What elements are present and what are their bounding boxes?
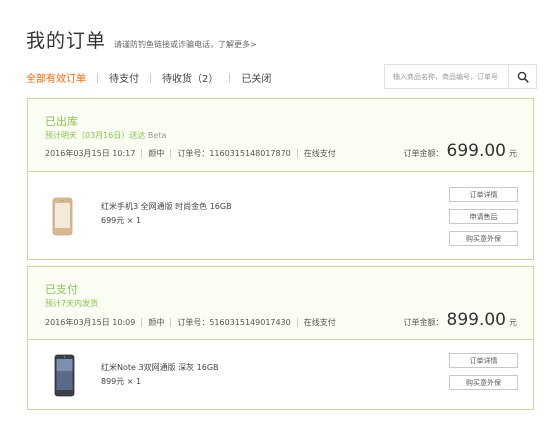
after-sales-button[interactable]: 申请售后 — [449, 209, 518, 224]
order-body: 红米Note 3双网通版 深灰 16GB 899元 × 1 订单详情 购买意外保 — [28, 340, 533, 409]
order-meta: 2016年03月15日 10:17 颜中 订单号：116031514801787… — [45, 148, 336, 159]
tab-pending-payment[interactable]: 待支付 — [109, 70, 139, 85]
order-total-unit: 元 — [509, 149, 517, 158]
order-filter-tabs: 全部有效订单 待支付 待收货（2） 已关闭 — [26, 70, 271, 85]
meta-divider — [141, 149, 143, 158]
fraud-notice: 请谨防钓鱼链接或诈骗电话，了解更多> — [114, 38, 257, 52]
order-number: 订单号：5160315149017430 — [177, 318, 291, 327]
order-card: 已出库 预计明天（03月16日）送达 Beta 2016年03月15日 10:1… — [27, 98, 534, 260]
delivery-estimate-text: 预计7天内发货 — [45, 299, 99, 308]
beta-tag: Beta — [147, 131, 167, 140]
meta-divider — [170, 149, 172, 158]
order-total-amount: 899.00 — [446, 310, 506, 330]
order-total-amount: 699.00 — [446, 141, 506, 161]
page-title: 我的订单 — [26, 30, 107, 52]
order-total: 订单金额： 899.00 元 — [404, 310, 517, 330]
order-status: 已出库 — [45, 115, 78, 128]
payment-method: 在线支付 — [303, 149, 336, 158]
order-total: 订单金额： 699.00 元 — [404, 141, 517, 161]
meta-divider — [296, 149, 298, 158]
meta-divider — [141, 318, 143, 327]
order-details-button[interactable]: 订单详情 — [449, 353, 518, 368]
buy-accident-insurance-button[interactable]: 购买意外保 — [449, 375, 518, 390]
order-card: 已支付 预计7天内发货 2016年03月15日 10:09 颜中 订单号：516… — [27, 266, 534, 410]
order-number: 订单号：1160315148017870 — [177, 149, 291, 158]
payment-method: 在线支付 — [303, 318, 336, 327]
learn-more-link[interactable]: 了解更多> — [218, 40, 257, 49]
order-meta: 2016年03月15日 10:09 颜中 订单号：516031514901743… — [45, 317, 336, 328]
tab-closed[interactable]: 已关闭 — [241, 70, 271, 85]
meta-divider — [296, 318, 298, 327]
order-header: 已支付 预计7天内发货 2016年03月15日 10:09 颜中 订单号：516… — [28, 267, 533, 340]
recipient-name: 颜中 — [148, 318, 165, 327]
product-info: 红米手机3 全网通版 时尚金色 16GB 699元 × 1 — [101, 200, 232, 228]
delivery-estimate: 预计7天内发货 — [45, 298, 98, 309]
buy-accident-insurance-button[interactable]: 购买意外保 — [449, 231, 518, 246]
delivery-estimate: 预计明天（03月16日）送达 Beta — [45, 130, 166, 141]
product-image[interactable] — [50, 197, 76, 237]
tab-all-valid-orders[interactable]: 全部有效订单 — [26, 70, 86, 85]
product-image[interactable] — [52, 354, 78, 398]
search-input[interactable] — [385, 65, 509, 88]
page-header: 我的订单 请谨防钓鱼链接或诈骗电话，了解更多> — [26, 30, 257, 52]
search-button[interactable] — [508, 65, 536, 88]
product-name[interactable]: 红米Note 3双网通版 深灰 16GB — [101, 361, 219, 375]
order-status: 已支付 — [45, 283, 78, 296]
order-header: 已出库 预计明天（03月16日）送达 Beta 2016年03月15日 10:1… — [28, 99, 533, 172]
order-total-label: 订单金额： — [403, 318, 444, 327]
order-datetime: 2016年03月15日 10:09 — [45, 318, 136, 327]
product-info: 红米Note 3双网通版 深灰 16GB 899元 × 1 — [101, 361, 219, 389]
meta-divider — [170, 318, 172, 327]
order-details-button[interactable]: 订单详情 — [449, 187, 518, 202]
fraud-notice-text: 请谨防钓鱼链接或诈骗电话， — [114, 40, 219, 49]
delivery-estimate-text: 预计明天（03月16日）送达 — [45, 131, 146, 140]
order-datetime: 2016年03月15日 10:17 — [45, 149, 136, 158]
recipient-name: 颜中 — [148, 149, 165, 158]
product-price: 699元 × 1 — [101, 216, 142, 225]
order-total-unit: 元 — [509, 318, 517, 327]
tab-divider — [150, 72, 151, 83]
order-body: 红米手机3 全网通版 时尚金色 16GB 699元 × 1 订单详情 申请售后 … — [28, 172, 533, 259]
tab-pending-receipt[interactable]: 待收货（2） — [162, 70, 218, 85]
tab-divider — [97, 72, 98, 83]
product-name[interactable]: 红米手机3 全网通版 时尚金色 16GB — [101, 200, 232, 214]
product-price: 899元 × 1 — [101, 377, 142, 386]
order-total-label: 订单金额： — [403, 149, 444, 158]
search-icon — [517, 71, 529, 83]
order-search — [384, 64, 537, 89]
tab-divider — [229, 72, 231, 83]
